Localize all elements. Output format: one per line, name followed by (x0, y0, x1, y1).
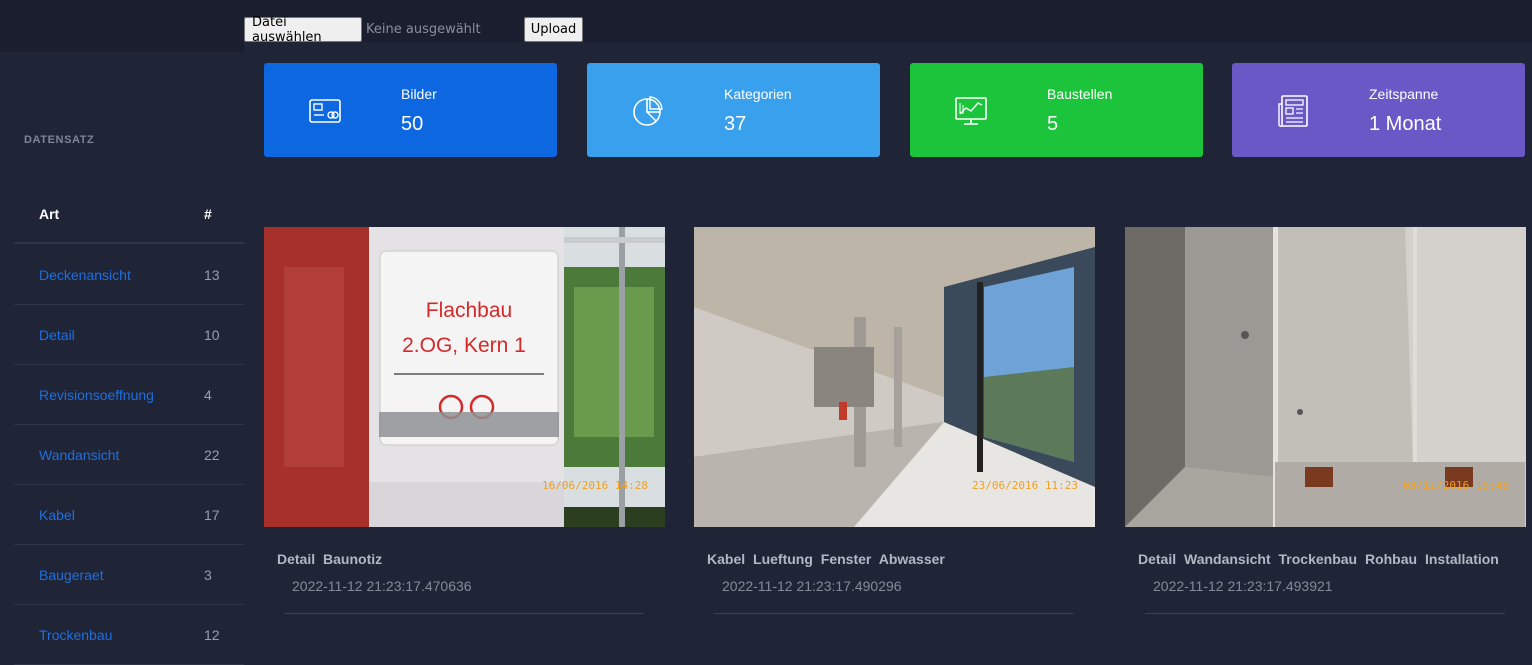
construction-photo[interactable]: 23/06/2016 11:23 (694, 227, 1095, 527)
category-count: 10 (204, 327, 220, 343)
stat-card-baustellen: Baustellen 5 (910, 63, 1203, 157)
category-link[interactable]: Revisionsoeffnung (39, 387, 154, 403)
photo-tags: Detail Baunotiz (277, 551, 383, 567)
category-link[interactable]: Wandansicht (39, 447, 119, 463)
card-value: 37 (724, 113, 747, 135)
category-table-header: Art # (14, 184, 244, 244)
table-row: Wandansicht 22 (14, 425, 244, 485)
category-count: 4 (204, 387, 212, 403)
monitor-chart-icon (955, 97, 987, 125)
stat-card-kategorien: Kategorien 37 (587, 63, 880, 157)
table-row: Kabel 17 (14, 485, 244, 545)
stat-card-bilder: Bilder 50 (264, 63, 557, 157)
photo-tags: Kabel Lueftung Fenster Abwasser (707, 551, 945, 567)
photo-date: 2022-11-12 21:23:17.490296 (722, 578, 902, 594)
category-link[interactable]: Detail (39, 327, 75, 343)
upload-button[interactable]: Upload (524, 17, 583, 42)
divider (714, 613, 1074, 614)
column-count: # (204, 206, 212, 222)
category-count: 3 (204, 567, 212, 583)
category-link[interactable]: Deckenansicht (39, 267, 131, 283)
sign-text-line1: Flachbau (426, 299, 512, 322)
column-art: Art (39, 206, 60, 222)
choose-file-button[interactable]: Datei auswählen (244, 15, 362, 45)
card-label: Zeitspanne (1369, 86, 1439, 102)
category-link[interactable]: Baugeraet (39, 567, 104, 583)
card-icon (309, 99, 341, 123)
construction-photo[interactable]: 03/11/2016 15:48 (1125, 227, 1526, 527)
category-count: 22 (204, 447, 220, 463)
table-row: Trockenbau 12 (14, 605, 244, 665)
divider (284, 613, 644, 614)
card-label: Kategorien (724, 86, 792, 102)
photo-date: 2022-11-12 21:23:17.470636 (292, 578, 472, 594)
photo-timestamp: 16/06/2016 14:28 (542, 479, 648, 492)
photo-date: 2022-11-12 21:23:17.493921 (1153, 578, 1333, 594)
top-bar-left (0, 0, 244, 52)
no-file-label: Keine ausgewählt (366, 22, 481, 37)
sidebar-heading: DATENSATZ (24, 134, 95, 146)
photo-timestamp: 03/11/2016 15:48 (1403, 479, 1509, 492)
category-link[interactable]: Kabel (39, 507, 75, 523)
card-label: Bilder (401, 86, 437, 102)
divider (1145, 613, 1505, 614)
table-row: Baugeraet 3 (14, 545, 244, 605)
category-table: Deckenansicht 13 Detail 10 Revisionsoeff… (14, 245, 244, 665)
pie-chart-icon (633, 96, 663, 126)
category-link[interactable]: Trockenbau (39, 627, 112, 643)
table-row: Detail 10 (14, 305, 244, 365)
table-row: Revisionsoeffnung 4 (14, 365, 244, 425)
photo-tags: Detail Wandansicht Trockenbau Rohbau Ins… (1138, 551, 1499, 567)
card-value: 1 Monat (1369, 113, 1442, 135)
card-value: 50 (401, 113, 424, 135)
card-value: 5 (1047, 113, 1059, 135)
table-row: Deckenansicht 13 (14, 245, 244, 305)
card-label: Baustellen (1047, 86, 1113, 102)
stat-card-zeitspanne: Zeitspanne 1 Monat (1232, 63, 1525, 157)
construction-photo[interactable]: Flachbau 2.OG, Kern 1 16/06/2016 14:28 (264, 227, 665, 527)
sign-text-line2: 2.OG, Kern 1 (402, 334, 526, 357)
category-count: 12 (204, 627, 220, 643)
category-count: 17 (204, 507, 220, 523)
photo-timestamp: 23/06/2016 11:23 (972, 479, 1078, 492)
category-count: 13 (204, 267, 220, 283)
newspaper-icon (1278, 95, 1308, 127)
